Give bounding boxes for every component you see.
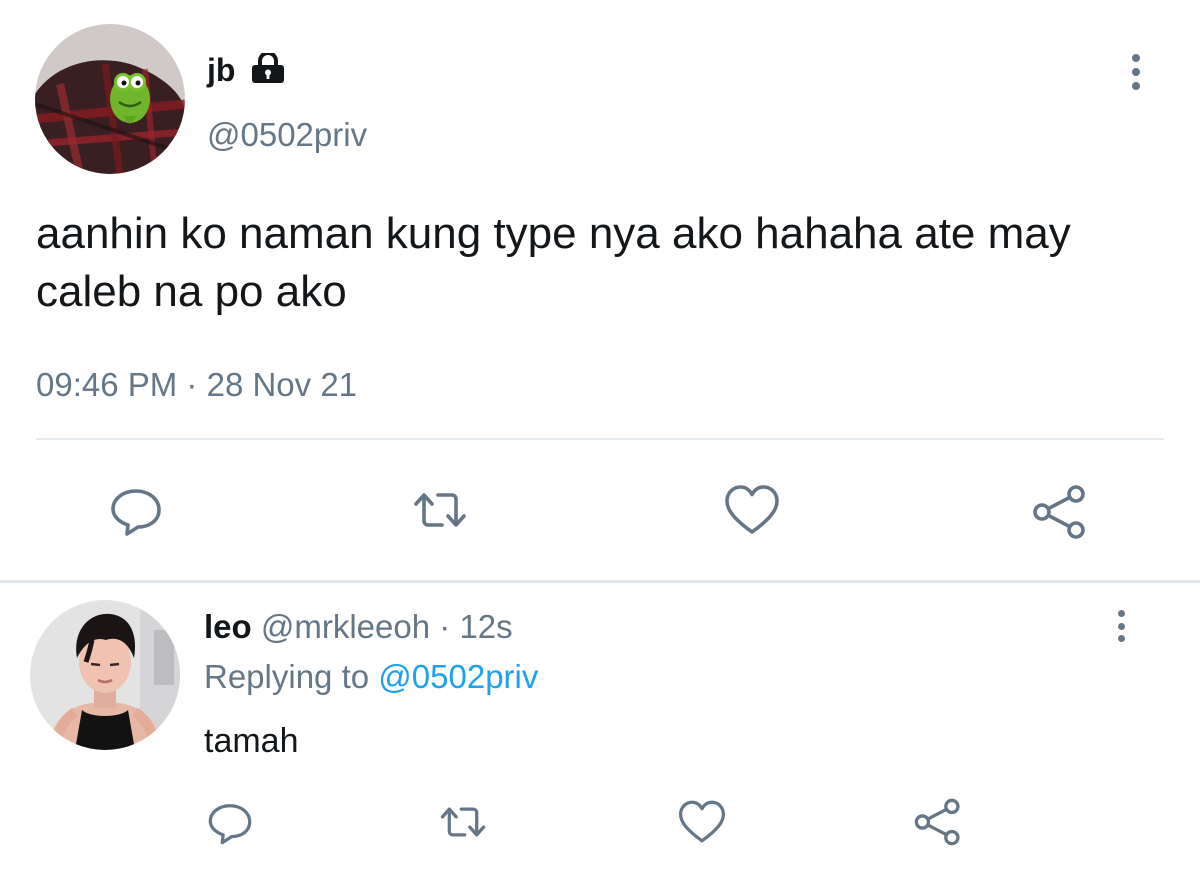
more-options-icon[interactable] bbox=[1128, 54, 1144, 90]
tweet-text: aanhin ko naman kung type nya ako hahaha… bbox=[36, 209, 1071, 316]
lock-icon bbox=[250, 51, 286, 92]
reply-age: 12s bbox=[459, 608, 513, 645]
author-name-row: jb bbox=[207, 50, 286, 92]
like-button[interactable] bbox=[722, 482, 782, 538]
reply-more-options-icon[interactable] bbox=[1114, 610, 1128, 642]
reply-like-button[interactable] bbox=[676, 798, 728, 846]
like-icon bbox=[678, 800, 726, 843]
share-button[interactable] bbox=[1030, 482, 1090, 542]
tweet-timestamp: 09:46 PM · 28 Nov 21 bbox=[36, 365, 357, 405]
section-separator bbox=[0, 580, 1200, 583]
reply-author-handle[interactable]: @mrkleeoh bbox=[261, 608, 430, 645]
reply-author-name[interactable]: leo bbox=[204, 608, 252, 645]
reply-button[interactable] bbox=[108, 482, 164, 538]
retweet-button[interactable] bbox=[410, 482, 470, 538]
share-icon bbox=[914, 798, 960, 846]
retweet-icon bbox=[440, 807, 486, 837]
replying-to-line: Replying to @0502priv bbox=[204, 657, 538, 697]
reply-icon bbox=[208, 804, 252, 845]
reply-avatar[interactable] bbox=[30, 600, 180, 750]
author-avatar[interactable] bbox=[35, 24, 185, 174]
replying-to-label: Replying to bbox=[204, 658, 370, 695]
meta-separator: · bbox=[186, 366, 198, 403]
author-handle[interactable]: @0502priv bbox=[207, 115, 367, 155]
author-name[interactable]: jb bbox=[207, 52, 235, 88]
reply-reply-button[interactable] bbox=[206, 798, 254, 846]
tweet-time: 09:46 PM bbox=[36, 366, 178, 403]
replying-to-link[interactable]: @0502priv bbox=[378, 658, 538, 695]
reply-text: tamah bbox=[204, 722, 299, 760]
reply-header: leo @mrkleeoh · 12s bbox=[204, 607, 513, 647]
tweet-date: 28 Nov 21 bbox=[206, 366, 358, 403]
retweet-icon bbox=[414, 493, 466, 527]
like-icon bbox=[725, 485, 779, 534]
reply-retweet-button[interactable] bbox=[437, 798, 489, 846]
reply-separator: · bbox=[439, 608, 451, 645]
divider bbox=[36, 438, 1164, 440]
reply-share-button[interactable] bbox=[912, 796, 964, 848]
share-icon bbox=[1033, 485, 1085, 539]
reply-icon bbox=[111, 489, 161, 536]
